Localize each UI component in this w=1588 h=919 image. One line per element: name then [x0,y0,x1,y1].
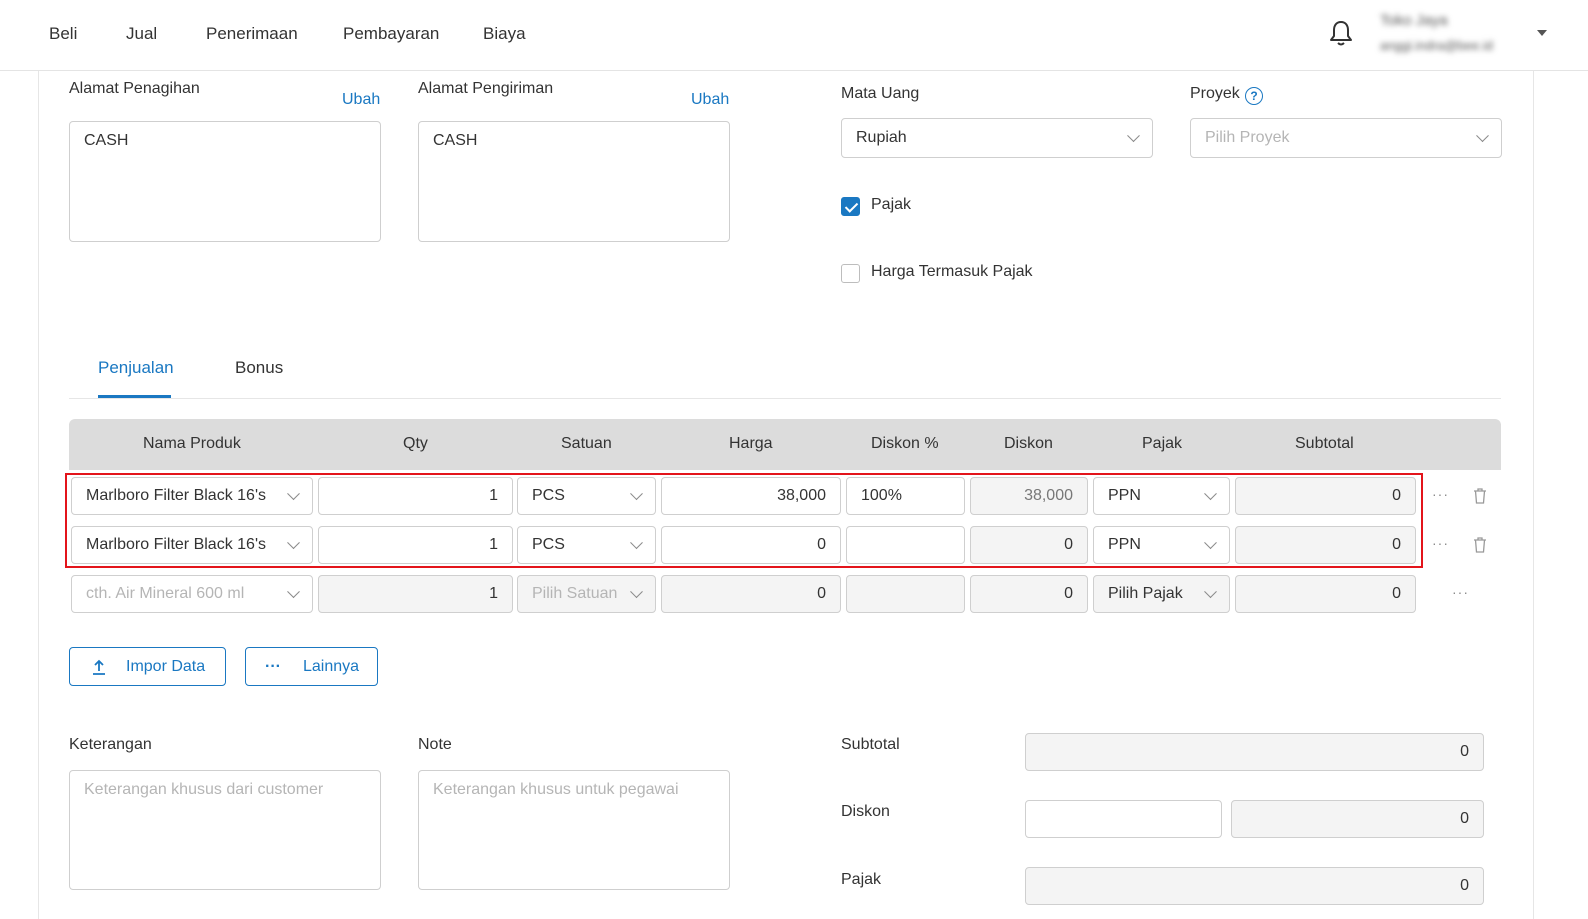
user-menu[interactable]: Toko Jaya anggi.indra@bee.id [1380,10,1530,60]
tax-checkbox[interactable] [841,197,860,216]
chevron-down-icon [1204,585,1217,599]
more-dots-icon: ··· [265,657,281,675]
shipping-address-field[interactable]: CASH [418,121,730,242]
tax-checkbox-label: Pajak [871,196,912,213]
project-select[interactable]: Pilih Proyek [1190,118,1502,158]
remarks-label: Keterangan [69,736,152,753]
nav-item-beli[interactable]: Beli [49,24,77,44]
price-input[interactable]: 0 [661,575,841,613]
more-options-icon[interactable]: ··· [1432,535,1449,551]
qty-input[interactable]: 1 [318,575,513,613]
trash-icon[interactable] [1473,488,1487,504]
nav-item-pembayaran[interactable]: Pembayaran [343,24,439,44]
price-includes-tax-label: Harga Termasuk Pajak [871,263,1033,280]
column-header-subtotal: Subtotal [1295,435,1354,452]
billing-address-field[interactable]: CASH [69,121,381,242]
project-label: Proyek [1190,85,1240,102]
user-email: anggi.indra@bee.id [1380,38,1493,53]
chevron-down-icon [630,585,643,599]
tab-bonus[interactable]: Bonus [235,358,283,378]
more-options-icon[interactable]: ··· [1432,486,1449,502]
summary-discount-input[interactable] [1025,800,1222,838]
nav-item-penerimaan[interactable]: Penerimaan [206,24,298,44]
chevron-down-icon [287,585,300,599]
chevron-down-icon [1127,129,1140,143]
row-subtotal: 0 [1235,575,1416,613]
column-header-discount-pct: Diskon % [871,435,939,452]
highlight-box [65,473,1423,568]
billing-address-label: Alamat Penagihan [69,80,200,97]
import-data-button[interactable]: Impor Data [69,647,226,686]
upload-icon [93,659,105,675]
summary-tax-value: 0 [1025,867,1484,905]
active-tab-indicator [98,395,171,398]
column-header-unit: Satuan [561,435,612,452]
billing-address-change-link[interactable]: Ubah [342,91,380,109]
remarks-field[interactable]: Keterangan khusus dari customer [69,770,381,890]
shipping-address-change-link[interactable]: Ubah [691,91,729,109]
top-navigation-bar: Beli Jual Penerimaan Pembayaran Biaya To… [0,0,1588,71]
column-header-price: Harga [729,435,773,452]
nav-item-jual[interactable]: Jual [126,24,157,44]
column-header-product: Nama Produk [143,435,241,452]
tax-select[interactable]: Pilih Pajak [1093,575,1230,613]
tax-placeholder: Pilih Pajak [1108,585,1183,602]
content-border-left [38,71,39,919]
content-border-right [1533,71,1534,919]
product-placeholder: cth. Air Mineral 600 ml [86,585,245,602]
user-name: Toko Jaya [1380,12,1448,29]
summary-subtotal-label: Subtotal [841,736,900,753]
table-header: Nama Produk Qty Satuan Harga Diskon % Di… [69,419,1501,470]
currency-select[interactable]: Rupiah [841,118,1153,158]
tab-penjualan[interactable]: Penjualan [98,358,174,378]
note-field[interactable]: Keterangan khusus untuk pegawai [418,770,730,890]
summary-subtotal-value: 0 [1025,733,1484,771]
chevron-down-icon [1476,129,1489,143]
tabs-divider [69,398,1501,399]
trash-icon[interactable] [1473,537,1487,553]
column-header-qty: Qty [403,435,428,452]
note-label: Note [418,736,452,753]
shipping-address-label: Alamat Pengiriman [418,80,554,97]
discount-pct-input[interactable] [846,575,965,613]
currency-label: Mata Uang [841,85,920,102]
product-select[interactable]: cth. Air Mineral 600 ml [71,575,313,613]
nav-item-biaya[interactable]: Biaya [483,24,526,44]
more-options-icon[interactable]: ··· [1452,584,1469,600]
project-placeholder: Pilih Proyek [1205,129,1290,146]
unit-placeholder: Pilih Satuan [532,585,618,602]
caret-down-icon[interactable] [1537,30,1547,36]
import-data-label: Impor Data [126,657,206,675]
bell-icon[interactable] [1328,19,1354,47]
summary-discount-value: 0 [1231,800,1484,838]
price-includes-tax-checkbox[interactable] [841,264,860,283]
help-icon[interactable]: ? [1245,87,1263,105]
unit-select[interactable]: Pilih Satuan [517,575,656,613]
currency-value: Rupiah [856,129,907,146]
more-actions-button[interactable]: ··· Lainnya [245,647,378,686]
more-actions-label: Lainnya [302,657,360,675]
summary-discount-label: Diskon [841,803,890,820]
discount-amount: 0 [970,575,1088,613]
summary-tax-label: Pajak [841,871,882,888]
column-header-tax: Pajak [1142,435,1183,452]
column-header-discount: Diskon [1004,435,1053,452]
